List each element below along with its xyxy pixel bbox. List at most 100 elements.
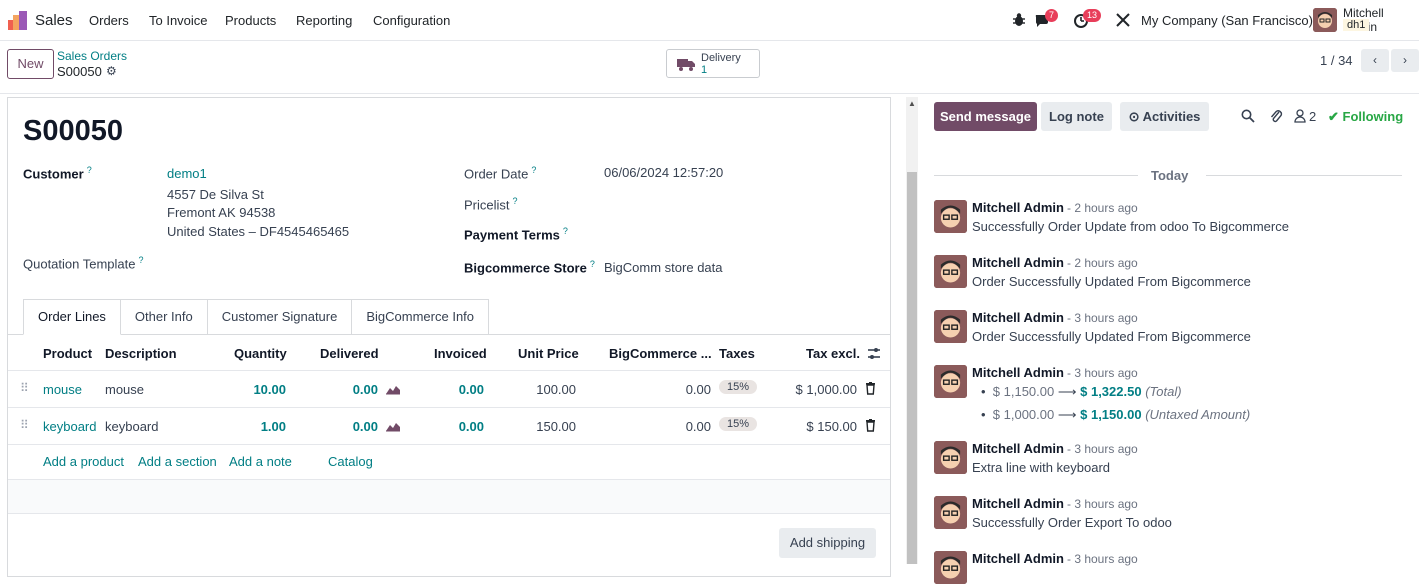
column-quantity[interactable]: Quantity — [234, 346, 287, 361]
avatar[interactable] — [934, 310, 967, 343]
column-unit-price[interactable]: Unit Price — [518, 346, 579, 361]
avatar[interactable] — [934, 365, 967, 398]
add-shipping-button[interactable]: Add shipping — [779, 528, 876, 558]
avatar[interactable] — [934, 551, 967, 584]
row-unit-price[interactable]: 100.00 — [536, 382, 576, 397]
pager-value[interactable]: 1 / 34 — [1320, 53, 1353, 68]
payment-terms-label: Payment Terms? — [464, 226, 568, 243]
sales-app-icon[interactable] — [8, 11, 27, 30]
area-chart-icon[interactable] — [385, 383, 401, 395]
company-switcher[interactable]: My Company (San Francisco) — [1141, 13, 1313, 28]
drag-handle-icon[interactable]: ⠿ — [20, 418, 29, 432]
table-row[interactable]: ⠿ keyboard keyboard 1.00 0.00 0.00 150.0… — [8, 408, 890, 444]
column-taxes[interactable]: Taxes — [719, 346, 755, 361]
menu-reporting[interactable]: Reporting — [296, 13, 352, 28]
bigcommerce-store-field[interactable]: BigComm store data — [604, 260, 723, 275]
column-description[interactable]: Description — [105, 346, 177, 361]
send-message-button[interactable]: Send message — [934, 102, 1037, 131]
tools-icon[interactable] — [1114, 11, 1132, 29]
message-author[interactable]: Mitchell Admin — [972, 200, 1064, 215]
tab-bigcommerce-info[interactable]: BigCommerce Info — [352, 299, 490, 335]
optional-columns-icon[interactable] — [867, 347, 881, 360]
row-description[interactable]: mouse — [105, 382, 144, 397]
trash-icon[interactable] — [865, 382, 876, 395]
search-icon[interactable] — [1241, 109, 1255, 123]
row-invoiced[interactable]: 0.00 — [459, 419, 484, 434]
row-invoiced[interactable]: 0.00 — [459, 382, 484, 397]
tab-customer-signature[interactable]: Customer Signature — [207, 299, 353, 335]
delivery-smart-button[interactable]: Delivery 1 — [666, 49, 760, 78]
control-panel: New Sales Orders S00050 ⚙ Delivery 1 1 /… — [0, 41, 1419, 94]
gear-icon[interactable]: ⚙ — [106, 64, 117, 78]
menu-products[interactable]: Products — [225, 13, 276, 28]
avatar[interactable] — [934, 200, 967, 233]
tracking-value-line: • $ 1,000.00 ⟶ $ 1,150.00 (Untaxed Amoun… — [981, 407, 1251, 422]
top-navbar: Sales Orders To Invoice Products Reporti… — [0, 0, 1419, 41]
row-tax-tag[interactable]: 15% — [719, 417, 758, 431]
row-bigcommerce[interactable]: 0.00 — [686, 419, 711, 434]
avatar[interactable] — [934, 496, 967, 529]
customer-field[interactable]: demo1 — [167, 166, 207, 181]
order-date-field[interactable]: 06/06/2024 12:57:20 — [604, 165, 723, 180]
row-description[interactable]: keyboard — [105, 419, 158, 434]
scroll-up-icon[interactable]: ▲ — [908, 99, 916, 108]
followers-count[interactable]: 2 — [1309, 109, 1316, 124]
menu-to-invoice[interactable]: To Invoice — [149, 13, 208, 28]
messages-badge: 7 — [1045, 9, 1059, 22]
date-separator: Today — [1151, 168, 1189, 183]
message-time: - 3 hours ago — [1067, 366, 1138, 380]
row-quantity[interactable]: 1.00 — [261, 419, 286, 434]
row-delivered[interactable]: 0.00 — [353, 382, 378, 397]
tab-order-lines[interactable]: Order Lines — [23, 299, 121, 335]
column-product[interactable]: Product — [43, 346, 92, 361]
clock-icon: ⊙ — [1128, 109, 1140, 124]
add-section-link[interactable]: Add a section — [138, 454, 217, 469]
message-author[interactable]: Mitchell Admin — [972, 365, 1064, 380]
menu-orders[interactable]: Orders — [89, 13, 129, 28]
message-author[interactable]: Mitchell Admin — [972, 310, 1064, 325]
row-product[interactable]: mouse — [43, 382, 82, 397]
log-note-button[interactable]: Log note — [1041, 102, 1112, 131]
tab-other-info[interactable]: Other Info — [120, 299, 208, 335]
avatar[interactable] — [934, 255, 967, 288]
table-row[interactable]: ⠿ mouse mouse 10.00 0.00 0.00 100.00 0.0… — [8, 371, 890, 407]
message-author[interactable]: Mitchell Admin — [972, 255, 1064, 270]
row-unit-price[interactable]: 150.00 — [536, 419, 576, 434]
add-product-link[interactable]: Add a product — [43, 454, 124, 469]
bug-icon[interactable] — [1010, 11, 1028, 29]
followers-icon[interactable] — [1294, 109, 1306, 123]
scrollbar-thumb[interactable] — [907, 172, 917, 564]
app-name[interactable]: Sales — [35, 12, 73, 29]
new-button[interactable]: New — [7, 49, 54, 79]
drag-handle-icon[interactable]: ⠿ — [20, 381, 29, 395]
paperclip-icon[interactable] — [1269, 108, 1283, 124]
column-tax-excl[interactable]: Tax excl. — [806, 346, 860, 361]
pricelist-field[interactable] — [604, 193, 874, 215]
form-scrollbar[interactable]: ▲ — [906, 97, 918, 564]
activities-badge: 13 — [1083, 9, 1102, 22]
avatar[interactable] — [934, 441, 967, 474]
user-avatar[interactable] — [1313, 8, 1337, 32]
trash-icon[interactable] — [865, 419, 876, 432]
menu-configuration[interactable]: Configuration — [373, 13, 450, 28]
row-tax-tag[interactable]: 15% — [719, 380, 758, 394]
breadcrumb-sales-orders[interactable]: Sales Orders — [57, 49, 127, 63]
row-product[interactable]: keyboard — [43, 419, 96, 434]
add-note-link[interactable]: Add a note — [229, 454, 292, 469]
row-bigcommerce[interactable]: 0.00 — [686, 382, 711, 397]
message-author[interactable]: Mitchell Admin — [972, 496, 1064, 511]
pager-previous-button[interactable]: ‹ — [1361, 49, 1389, 72]
catalog-link[interactable]: Catalog — [328, 454, 373, 469]
column-invoiced[interactable]: Invoiced — [434, 346, 487, 361]
activities-button[interactable]: ⊙ Activities — [1120, 102, 1209, 131]
row-delivered[interactable]: 0.00 — [353, 419, 378, 434]
payment-terms-field[interactable] — [604, 223, 874, 245]
column-bigcommerce[interactable]: BigCommerce ... — [609, 346, 712, 361]
quotation-template-field[interactable] — [167, 252, 447, 274]
row-quantity[interactable]: 10.00 — [253, 382, 286, 397]
pager-next-button[interactable]: › — [1391, 49, 1419, 72]
message-author[interactable]: Mitchell Admin — [972, 441, 1064, 456]
following-button[interactable]: ✔ Following — [1328, 109, 1403, 125]
column-delivered[interactable]: Delivered — [320, 346, 379, 361]
area-chart-icon[interactable] — [385, 420, 401, 432]
